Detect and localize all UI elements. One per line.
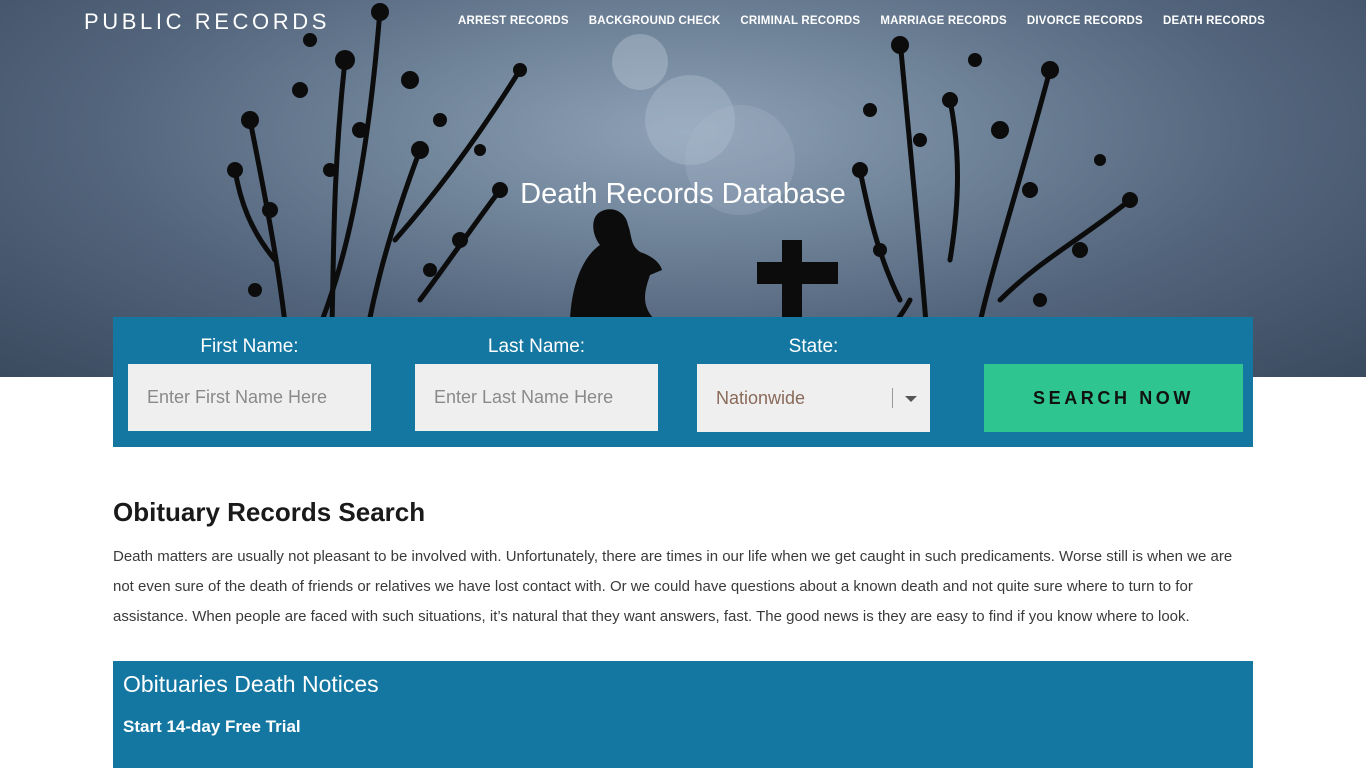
nav-divorce-records[interactable]: DIVORCE RECORDS: [1017, 15, 1153, 27]
nav-death-records[interactable]: DEATH RECORDS: [1153, 15, 1275, 27]
chevron-down-icon: [905, 396, 917, 402]
section-title: Obituary Records Search: [113, 497, 426, 527]
section-paragraph: Death matters are usually not pleasant t…: [113, 548, 1233, 625]
nav-arrest-records[interactable]: ARREST RECORDS: [448, 15, 579, 27]
notices-title: Obituaries Death Notices: [123, 671, 379, 697]
nav-criminal-records[interactable]: CRIMINAL RECORDS: [730, 15, 870, 27]
hero-title: Death Records Database: [520, 178, 846, 210]
state-select-value: Nationwide: [716, 388, 806, 408]
last-name-input[interactable]: [415, 364, 658, 431]
brand-logo[interactable]: PUBLIC RECORDS: [84, 9, 330, 35]
last-name-label: Last Name:: [487, 336, 586, 357]
obituaries-notices-panel: Obituaries Death Notices Start 14-day Fr…: [113, 661, 1253, 768]
free-trial-link[interactable]: Start 14-day Free Trial: [123, 717, 301, 737]
state-label: State:: [788, 336, 839, 357]
state-select[interactable]: Nationwide: [697, 364, 930, 432]
search-now-button[interactable]: SEARCH NOW: [984, 364, 1243, 432]
select-divider: [892, 388, 893, 408]
search-form: First Name: Last Name: State: Nationwide…: [113, 317, 1253, 447]
nav-marriage-records[interactable]: MARRIAGE RECORDS: [870, 15, 1017, 27]
first-name-input[interactable]: [128, 364, 371, 431]
first-name-label: First Name:: [200, 336, 299, 357]
nav-background-check[interactable]: BACKGROUND CHECK: [579, 15, 731, 27]
top-navigation: ARREST RECORDS BACKGROUND CHECK CRIMINAL…: [448, 15, 1275, 27]
